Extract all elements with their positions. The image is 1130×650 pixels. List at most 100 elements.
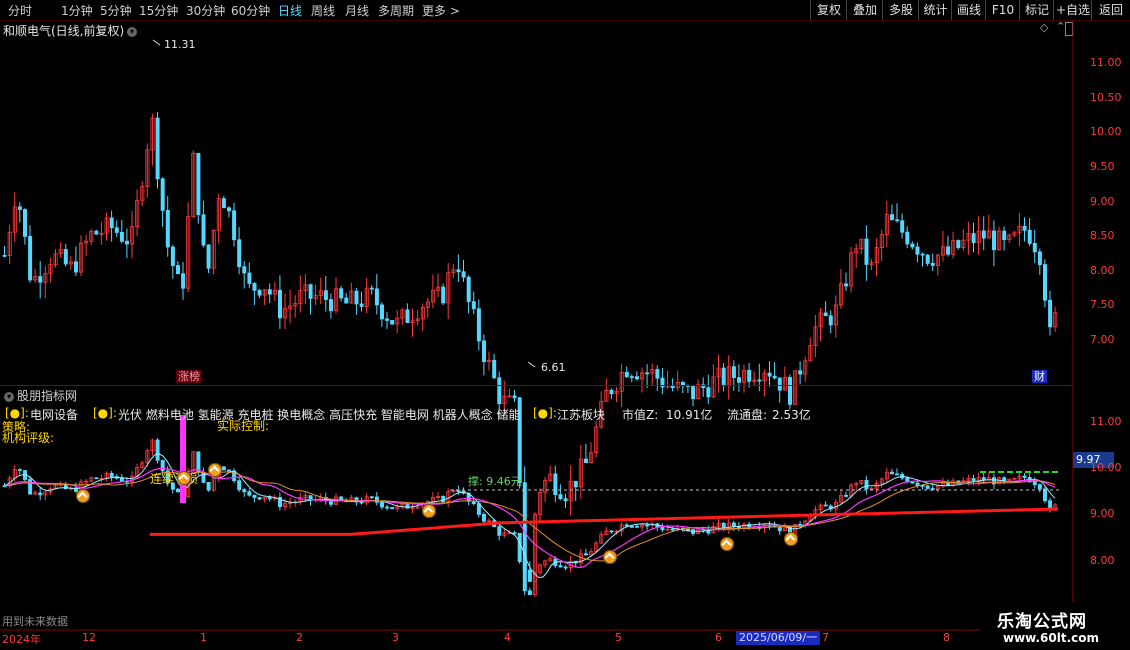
y-tick: 9.50 bbox=[1090, 160, 1115, 173]
candle-body bbox=[481, 513, 486, 522]
date-label: 12 bbox=[82, 631, 96, 644]
candle-body bbox=[456, 269, 461, 273]
candle-body bbox=[181, 273, 186, 289]
candle-body bbox=[237, 239, 242, 268]
buy-signal-icon[interactable] bbox=[177, 471, 191, 485]
highlight-bar bbox=[180, 415, 186, 503]
candle-body bbox=[242, 266, 247, 274]
candle-body bbox=[573, 480, 578, 488]
indicator-name: 股朋指标网 bbox=[17, 389, 78, 403]
candle-body bbox=[558, 494, 563, 500]
candle-body bbox=[390, 507, 395, 510]
control-label: 实际控制: bbox=[217, 419, 270, 433]
candle-body bbox=[721, 367, 726, 386]
candle-body bbox=[895, 219, 900, 222]
candle-body bbox=[390, 320, 395, 325]
candle-body bbox=[94, 230, 99, 235]
candle-body bbox=[344, 297, 349, 304]
y-tick: 10.00 bbox=[1090, 125, 1122, 138]
candle-body bbox=[63, 249, 68, 265]
dropdown-icon[interactable]: ▾ bbox=[4, 391, 14, 402]
candle-body bbox=[920, 253, 925, 256]
candle-body bbox=[226, 207, 231, 212]
candle-body bbox=[584, 458, 589, 464]
sector-key-2: [●]: bbox=[93, 406, 117, 420]
limit-up-tag[interactable]: 涨榜 bbox=[176, 370, 202, 383]
finance-tag[interactable]: 财 bbox=[1032, 370, 1047, 383]
candle-body bbox=[226, 469, 231, 472]
buy-signal-icon[interactable] bbox=[422, 504, 436, 518]
indicator-title[interactable]: ▾ 股朋指标网 bbox=[4, 387, 77, 404]
candle-body bbox=[1002, 230, 1007, 240]
buy-signal-icon[interactable] bbox=[208, 463, 222, 477]
candle-body bbox=[971, 233, 976, 244]
candle-body bbox=[930, 262, 935, 266]
candle-body bbox=[517, 532, 522, 563]
candle-body bbox=[946, 246, 951, 255]
candle-body bbox=[160, 178, 165, 211]
candle-body bbox=[1022, 225, 1027, 231]
candle-body bbox=[522, 561, 527, 592]
selected-date[interactable]: 2025/06/09/一 bbox=[736, 631, 821, 645]
date-label: 3 bbox=[392, 631, 399, 644]
candle-body bbox=[247, 272, 252, 284]
candle-body bbox=[512, 395, 517, 399]
candle-body bbox=[992, 477, 997, 485]
high-label: 11.31 bbox=[164, 38, 196, 51]
candle-body bbox=[201, 214, 206, 246]
candle-body bbox=[1037, 484, 1042, 490]
rating-label: 机构评级: bbox=[2, 431, 55, 445]
candle-body bbox=[206, 481, 211, 491]
candle-body bbox=[844, 283, 849, 287]
candle-body bbox=[553, 473, 558, 496]
candle-body bbox=[1032, 481, 1037, 486]
buy-signal-icon[interactable] bbox=[603, 550, 617, 564]
candle-body bbox=[823, 312, 828, 317]
mktcap-label: 市值Z: bbox=[622, 408, 659, 422]
candle-body bbox=[930, 488, 935, 490]
candle-body bbox=[1048, 299, 1053, 328]
candle-body bbox=[175, 488, 180, 493]
candle-body bbox=[905, 231, 910, 245]
buy-signal-icon[interactable] bbox=[784, 532, 798, 546]
candle-body bbox=[38, 492, 43, 496]
candle-body bbox=[22, 209, 27, 237]
candle-body bbox=[114, 227, 119, 233]
candle-body bbox=[155, 439, 160, 461]
candle-body bbox=[354, 290, 359, 305]
candle-body bbox=[609, 530, 614, 533]
candle-body bbox=[170, 246, 175, 266]
buy-signal-icon[interactable] bbox=[720, 537, 734, 551]
candle-body bbox=[2, 254, 7, 257]
candle-body bbox=[777, 526, 782, 532]
candle-body bbox=[890, 471, 895, 475]
date-label: 4 bbox=[504, 631, 511, 644]
ma-longterm-line bbox=[150, 507, 1059, 536]
candle-body bbox=[655, 369, 660, 379]
date-label: 5 bbox=[615, 631, 622, 644]
candle-body bbox=[788, 377, 793, 405]
buy-signal-icon[interactable] bbox=[76, 489, 90, 503]
candle-body bbox=[629, 525, 634, 528]
candle-body bbox=[1037, 251, 1042, 265]
candle-body bbox=[441, 286, 446, 304]
candle-body bbox=[74, 261, 79, 273]
candle-body bbox=[798, 370, 803, 375]
candle-body bbox=[201, 471, 206, 483]
candle-body bbox=[915, 246, 920, 255]
candle-body bbox=[645, 524, 650, 527]
candle-body bbox=[119, 477, 124, 482]
candle-body bbox=[563, 566, 568, 569]
candle-body bbox=[339, 288, 344, 299]
candle-body bbox=[17, 206, 22, 210]
candle-body bbox=[405, 503, 410, 509]
pane-separator[interactable] bbox=[0, 385, 1073, 386]
candle-body bbox=[359, 501, 364, 504]
candle-body bbox=[864, 238, 869, 265]
kline-chart[interactable] bbox=[0, 0, 1130, 650]
candle-body bbox=[267, 496, 272, 500]
candle-body bbox=[257, 497, 262, 500]
date-label: 6 bbox=[715, 631, 722, 644]
y-tick: 11.00 bbox=[1090, 415, 1122, 428]
candle-body bbox=[844, 494, 849, 497]
